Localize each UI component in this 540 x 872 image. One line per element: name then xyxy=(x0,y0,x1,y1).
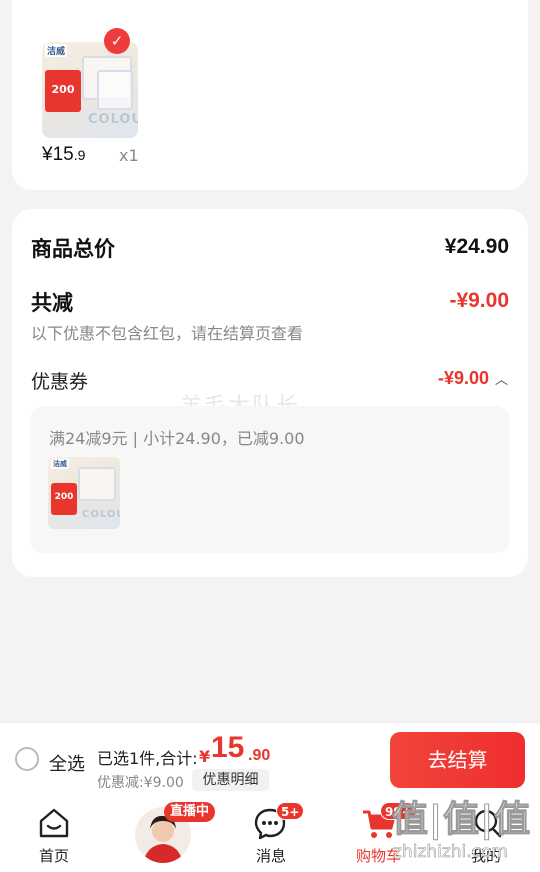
select-all-radio[interactable] xyxy=(15,747,39,771)
site-watermark-url: zhizhizhi.com xyxy=(393,842,509,863)
messages-badge: 5+ xyxy=(276,802,305,820)
discount-amount: 优惠减:¥9.00 xyxy=(97,775,184,791)
total-label: 商品总价 xyxy=(31,237,115,261)
coupon-label[interactable]: 优惠券 xyxy=(31,367,88,394)
live-badge[interactable]: 直播中 xyxy=(164,802,216,822)
item-quantity: x1 xyxy=(119,146,139,165)
coupon-value[interactable]: -¥9.00 xyxy=(438,368,489,389)
total-amount-int: 15 xyxy=(211,731,245,764)
tab-messages[interactable]: 消息 xyxy=(256,845,286,866)
product-box-art xyxy=(78,467,116,501)
total-amount-dec: .90 xyxy=(248,747,271,764)
product-box-art xyxy=(97,70,133,110)
tab-home[interactable]: 首页 xyxy=(39,845,69,866)
product-thumbnail[interactable]: 洁威 200 COLOUR xyxy=(42,42,138,138)
total-value: ¥24.90 xyxy=(444,235,509,258)
reduce-label: 共减 xyxy=(31,291,73,315)
product-brand-label: 洁威 xyxy=(45,44,68,57)
site-watermark-logo: 值|值|值 xyxy=(391,799,532,841)
product-box-word: COLOUR xyxy=(82,509,120,520)
select-all-label[interactable]: 全选 xyxy=(49,750,85,776)
coupon-rule-text: 满24减9元 | 小计24.90，已减9.00 xyxy=(49,429,305,448)
discount-detail-button[interactable]: 优惠明细 xyxy=(192,769,269,791)
item-price: ¥15.9 xyxy=(42,144,86,165)
discount-note: 以下优惠不包含红包，请在结算页查看 xyxy=(31,324,304,343)
product-box-word: COLOUR xyxy=(88,112,138,127)
total-currency: ¥ xyxy=(199,747,211,766)
reduce-value: -¥9.00 xyxy=(449,289,509,312)
coupon-product-thumbnail: 洁威 200 COLOUR xyxy=(48,457,120,529)
selected-check-icon[interactable]: ✓ xyxy=(104,28,130,54)
chevron-up-icon[interactable]: ︿ xyxy=(495,369,508,388)
selected-summary: 已选1件,合计: xyxy=(97,749,198,768)
checkout-button[interactable]: 去结算 xyxy=(390,732,525,788)
product-brand-label: 洁威 xyxy=(51,459,69,469)
home-icon[interactable] xyxy=(37,806,71,840)
promo-tag: 200 xyxy=(51,483,77,515)
promo-tag: 200 xyxy=(45,70,81,112)
